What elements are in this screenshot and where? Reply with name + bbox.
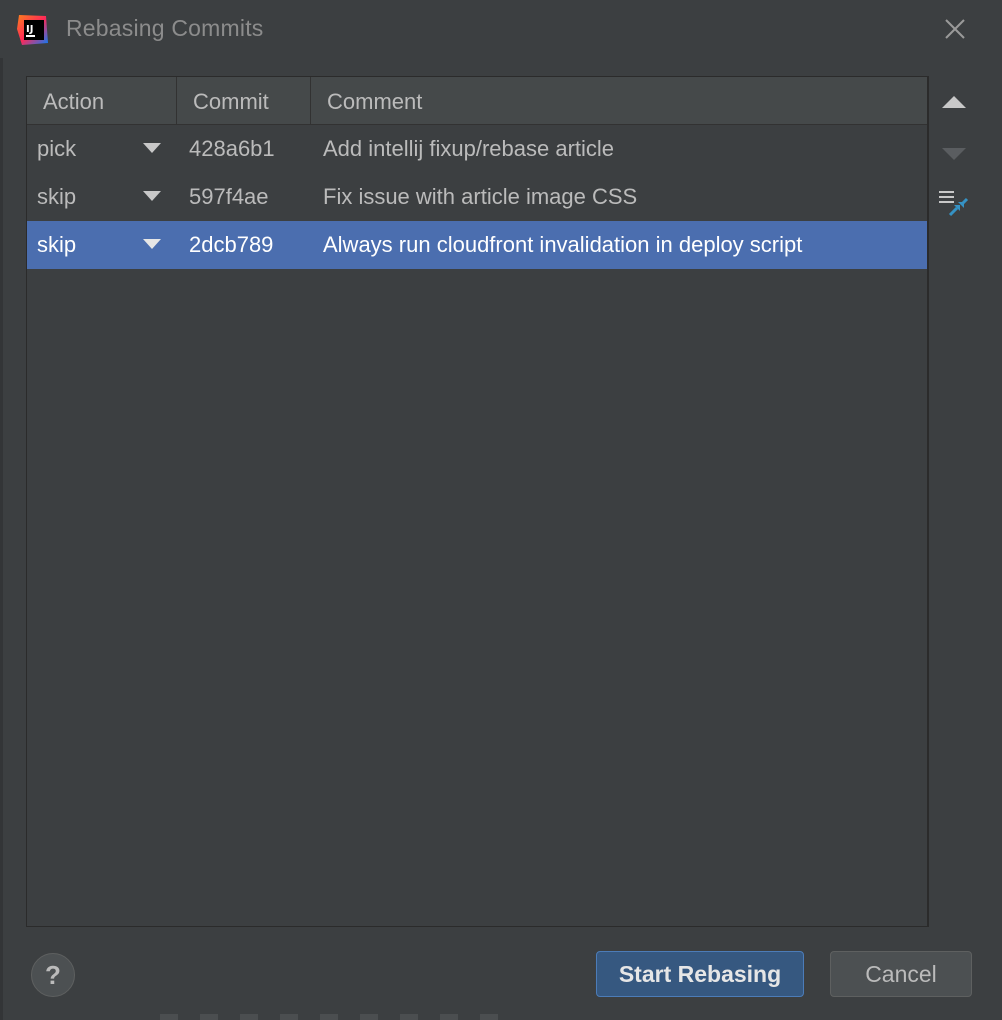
squash-commits-icon xyxy=(938,188,970,225)
chevron-down-icon[interactable] xyxy=(143,239,161,249)
squash-button[interactable] xyxy=(929,184,979,224)
action-dropdown[interactable]: skip xyxy=(37,173,177,221)
chevron-down-icon[interactable] xyxy=(143,191,161,201)
commits-table: Action Commit Comment pick 428a6b1 Add i… xyxy=(26,76,928,927)
help-button[interactable]: ? xyxy=(31,953,75,997)
background-ide-edge xyxy=(0,58,3,1020)
action-value: skip xyxy=(37,232,77,257)
action-value: pick xyxy=(37,136,77,161)
column-header-commit[interactable]: Commit xyxy=(177,77,311,125)
triangle-up-icon xyxy=(942,96,966,108)
triangle-down-icon xyxy=(942,148,966,160)
column-header-comment[interactable]: Comment xyxy=(311,77,927,125)
dialog-title: Rebasing Commits xyxy=(66,15,264,41)
title-bar: IJ Rebasing Commits xyxy=(0,0,1002,58)
move-up-button[interactable] xyxy=(929,82,979,122)
table-row[interactable]: skip 597f4ae Fix issue with article imag… xyxy=(27,173,927,221)
rebase-dialog: IJ Rebasing Commits Action Commit Commen… xyxy=(0,0,1002,1020)
commit-hash: 597f4ae xyxy=(189,184,269,209)
side-toolbar xyxy=(928,76,978,927)
commit-comment: Fix issue with article image CSS xyxy=(323,184,638,209)
column-header-action[interactable]: Action xyxy=(27,77,177,125)
close-icon[interactable] xyxy=(940,14,970,44)
action-value: skip xyxy=(37,184,77,209)
chevron-down-icon[interactable] xyxy=(143,143,161,153)
commit-comment: Always run cloudfront invalidation in de… xyxy=(323,232,803,257)
start-rebasing-button[interactable]: Start Rebasing xyxy=(596,951,804,997)
table-row[interactable]: pick 428a6b1 Add intellij fixup/rebase a… xyxy=(27,125,927,173)
commit-hash: 2dcb789 xyxy=(189,232,274,257)
cancel-button[interactable]: Cancel xyxy=(830,951,972,997)
table-row-selected[interactable]: skip 2dcb789 Always run cloudfront inval… xyxy=(27,221,927,269)
table-header: Action Commit Comment xyxy=(27,77,927,125)
commit-hash: 428a6b1 xyxy=(189,136,275,161)
svg-text:IJ: IJ xyxy=(26,24,33,35)
intellij-logo-icon: IJ xyxy=(16,13,50,47)
background-ide-fragment xyxy=(160,1014,500,1020)
move-down-button[interactable] xyxy=(929,132,979,172)
table-body: pick 428a6b1 Add intellij fixup/rebase a… xyxy=(27,125,927,269)
action-dropdown[interactable]: skip xyxy=(37,221,177,269)
action-dropdown[interactable]: pick xyxy=(37,125,177,173)
commit-comment: Add intellij fixup/rebase article xyxy=(323,136,615,161)
